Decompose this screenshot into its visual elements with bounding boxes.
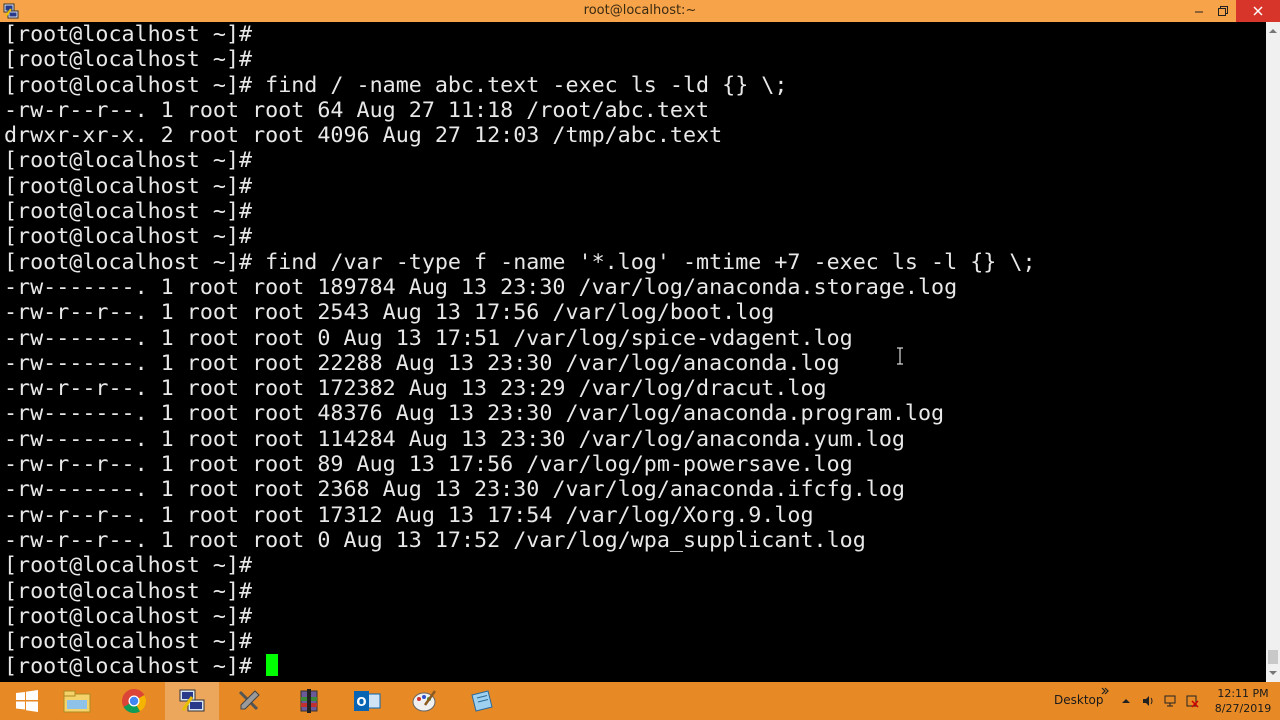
taskbar-chrome[interactable] <box>107 682 161 720</box>
terminal-line: -rw-r--r--. 1 root root 89 Aug 13 17:56 … <box>4 452 853 478</box>
desktop-toolbar-label[interactable]: Desktop <box>1054 693 1104 707</box>
terminal-output: [root@localhost ~]# [root@localhost ~]# … <box>4 22 1036 680</box>
taskbar-tools[interactable] <box>222 682 276 720</box>
terminal-cursor <box>266 654 279 677</box>
outlook-icon: O <box>354 691 381 711</box>
scrollbar-thumb[interactable] <box>1268 650 1278 664</box>
file-explorer-icon <box>63 690 91 713</box>
terminal-line: [root@localhost ~]# find / -name abc.tex… <box>4 72 788 98</box>
tools-icon <box>238 690 260 711</box>
text-ibeam-cursor-icon <box>897 347 903 365</box>
start-icon <box>16 690 38 712</box>
action-center-icon[interactable] <box>1185 694 1199 708</box>
vertical-scrollbar[interactable] <box>1266 22 1280 682</box>
taskbar-putty[interactable] <box>165 682 219 720</box>
taskbar-clock[interactable]: 12:11 PM 8/27/2019 <box>1210 686 1276 716</box>
close-icon <box>1253 6 1263 16</box>
taskbar-archive[interactable] <box>282 682 336 720</box>
terminal-line: [root@localhost ~]# <box>4 553 253 579</box>
window-title: root@localhost:~ <box>583 3 697 18</box>
scroll-down-icon[interactable] <box>1266 666 1280 680</box>
terminal-prompt: [root@localhost ~]# <box>4 654 266 680</box>
minimize-icon <box>1195 11 1203 13</box>
show-hidden-icons-icon[interactable] <box>1119 694 1133 708</box>
clock-time: 12:11 PM <box>1217 687 1269 700</box>
clock-date: 8/27/2019 <box>1214 702 1272 715</box>
terminal-line: -rw-r--r--. 1 root root 0 Aug 13 17:52 /… <box>4 527 866 553</box>
terminal-line: -rw-------. 1 root root 0 Aug 13 17:51 /… <box>4 325 853 351</box>
terminal-line: [root@localhost ~]# <box>4 22 253 47</box>
minimize-button[interactable] <box>1186 0 1212 22</box>
restore-button[interactable] <box>1210 0 1236 22</box>
taskbar-paint[interactable] <box>398 682 452 720</box>
taskbar-file-explorer[interactable] <box>50 682 104 720</box>
scroll-up-icon[interactable] <box>1266 24 1280 38</box>
terminal-line: [root@localhost ~]# <box>4 578 253 604</box>
terminal-line: [root@localhost ~]# <box>4 199 253 225</box>
terminal-line: drwxr-xr-x. 2 root root 4096 Aug 27 12:0… <box>4 123 723 149</box>
notepad-icon <box>471 690 493 712</box>
svg-text:O: O <box>356 695 366 709</box>
terminal-line: [root@localhost ~]# <box>4 629 253 655</box>
terminal-line: -rw-r--r--. 1 root root 2543 Aug 13 17:5… <box>4 300 775 326</box>
window-titlebar[interactable]: root@localhost:~ <box>0 0 1280 22</box>
terminal-line: -rw-r--r--. 1 root root 17312 Aug 13 17:… <box>4 502 814 528</box>
terminal-line: [root@localhost ~]# <box>4 224 253 250</box>
terminal-line: [root@localhost ~]# <box>4 47 253 73</box>
terminal-line: [root@localhost ~]# <box>4 148 253 174</box>
terminal-line: -rw-------. 1 root root 48376 Aug 13 23:… <box>4 401 945 427</box>
terminal-line: -rw-------. 1 root root 114284 Aug 13 23… <box>4 426 905 452</box>
archive-icon <box>300 689 318 713</box>
terminal-line: [root@localhost ~]# find /var -type f -n… <box>4 249 1036 275</box>
speaker-icon[interactable] <box>1141 694 1155 708</box>
start-button[interactable] <box>0 682 54 720</box>
terminal-line: -rw-------. 1 root root 22288 Aug 13 23:… <box>4 350 840 376</box>
terminal-line: -rw-------. 1 root root 189784 Aug 13 23… <box>4 274 958 300</box>
terminal-line: [root@localhost ~]# <box>4 173 253 199</box>
putty-icon <box>179 689 205 712</box>
network-icon[interactable] <box>1163 694 1177 708</box>
terminal-line: -rw-r--r--. 1 root root 172382 Aug 13 23… <box>4 376 827 402</box>
terminal-area[interactable]: [root@localhost ~]# [root@localhost ~]# … <box>0 22 1266 682</box>
terminal-line: [root@localhost ~]# <box>4 603 253 629</box>
restore-icon <box>1218 6 1228 16</box>
paint-icon <box>412 690 437 712</box>
terminal-line: -rw-------. 1 root root 2368 Aug 13 23:3… <box>4 477 905 503</box>
taskbar-outlook[interactable]: O <box>340 682 394 720</box>
close-button[interactable] <box>1236 0 1280 22</box>
terminal-line: -rw-r--r--. 1 root root 64 Aug 27 11:18 … <box>4 97 710 123</box>
taskbar: O Desktop 12:11 PM 8/27/2019 <box>0 682 1280 720</box>
taskbar-notepad[interactable] <box>455 682 509 720</box>
chevron-right-icon[interactable] <box>1100 686 1110 696</box>
chrome-icon <box>122 689 147 714</box>
terminal-prompt-line[interactable]: [root@localhost ~]# <box>4 654 1036 679</box>
